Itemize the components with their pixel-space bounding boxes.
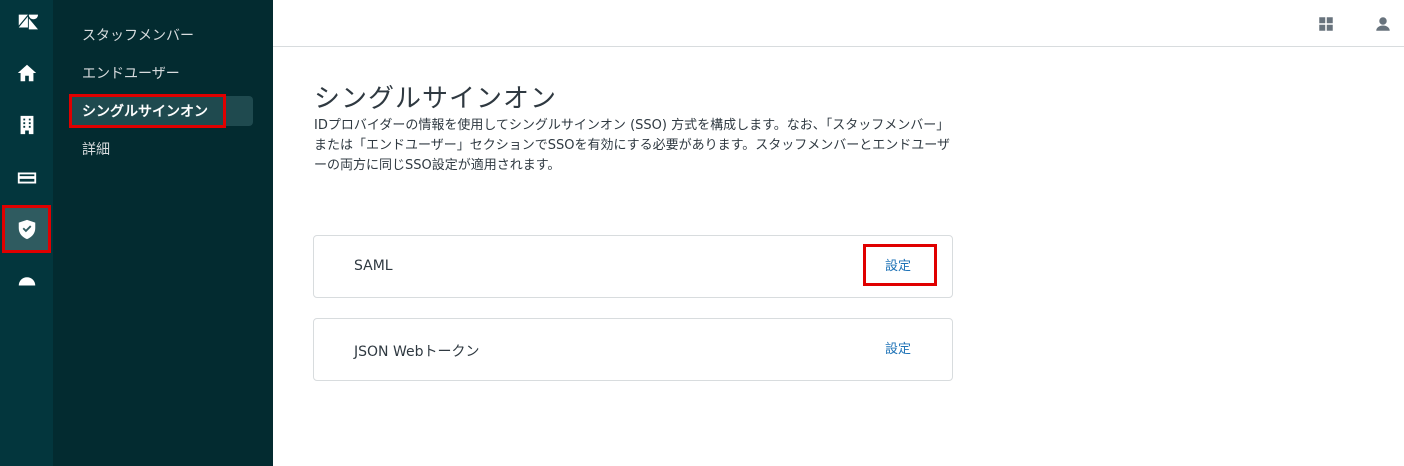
subnav-item-single-sign-on[interactable]: シングルサインオン: [69, 96, 253, 126]
apps-cloud-icon[interactable]: [0, 258, 53, 302]
subnav-item-advanced[interactable]: 詳細: [69, 134, 253, 164]
saml-card: SAML 設定: [313, 235, 953, 298]
page-description: IDプロバイダーの情報を使用してシングルサインオン (SSO) 方式を構成します…: [314, 118, 951, 173]
jwt-configure-link[interactable]: 設定: [862, 338, 934, 362]
billing-card-icon[interactable]: [0, 156, 53, 200]
jwt-card: JSON Webトークン 設定: [313, 318, 953, 381]
top-bar: [273, 0, 1404, 47]
apps-grid-icon[interactable]: [1314, 12, 1338, 36]
security-subnav: スタッフメンバー エンドユーザー シングルサインオン 詳細: [53, 0, 273, 466]
security-shield-icon[interactable]: [2, 205, 51, 253]
jwt-label: JSON Webトークン: [354, 344, 480, 360]
subnav-item-staff-members[interactable]: スタッフメンバー: [69, 20, 253, 50]
subnav-item-end-users[interactable]: エンドユーザー: [69, 58, 253, 88]
saml-label: SAML: [354, 258, 393, 274]
building-icon[interactable]: [0, 103, 53, 147]
user-profile-icon[interactable]: [1371, 12, 1395, 36]
zendesk-logo-icon[interactable]: [0, 0, 53, 44]
saml-configure-link[interactable]: 設定: [862, 255, 934, 279]
page-title: シングルサインオン: [314, 84, 558, 114]
home-icon[interactable]: [0, 51, 53, 95]
product-rail: [0, 0, 53, 466]
